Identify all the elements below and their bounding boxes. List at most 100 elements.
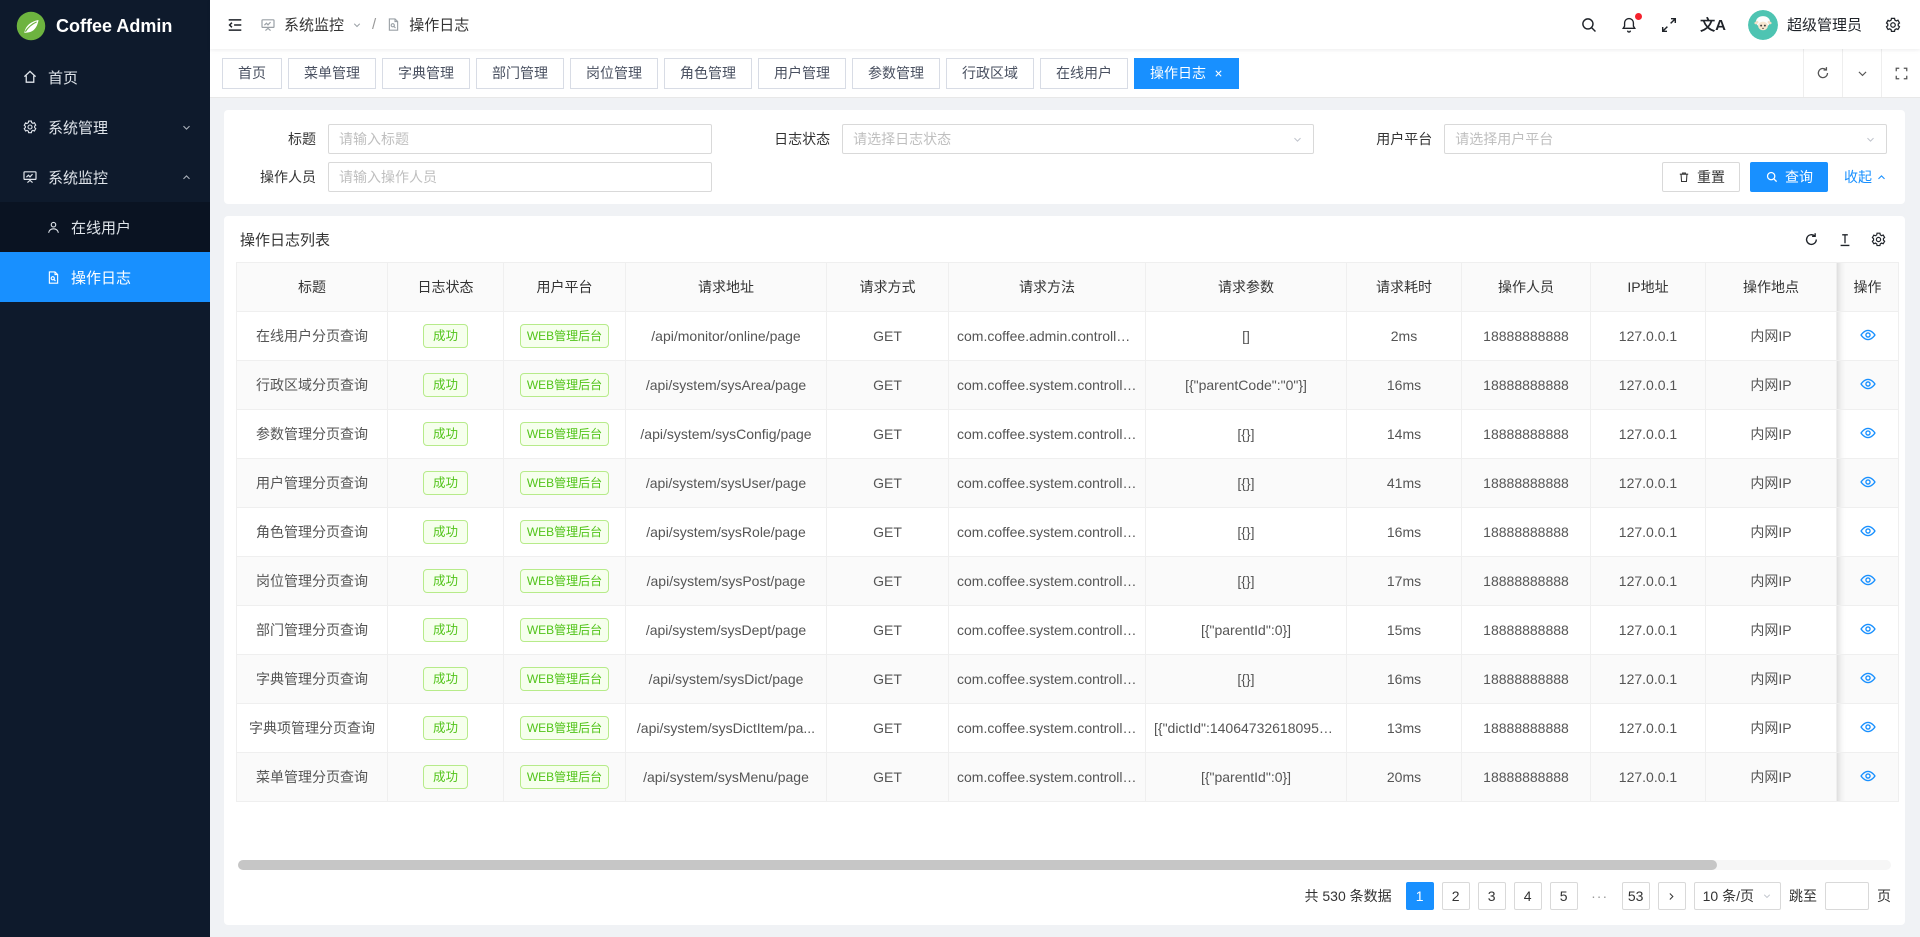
cell-status: 成功: [388, 655, 504, 704]
main-area: 系统监控 / 操作日志: [210, 0, 1920, 937]
cell-request-url: /api/system/sysUser/page: [626, 459, 827, 508]
page-number: ···: [1591, 888, 1608, 904]
cell-params: [{}]: [1146, 410, 1347, 459]
avatar[interactable]: [1748, 10, 1778, 40]
status-badge: 成功: [423, 422, 468, 447]
page-button[interactable]: ···: [1586, 882, 1614, 910]
tab[interactable]: 在线用户: [1040, 58, 1128, 89]
chevron-down-icon: [1762, 891, 1772, 901]
view-detail-eye-icon[interactable]: [1859, 424, 1877, 442]
sidebar-collapse-button[interactable]: [226, 16, 244, 34]
filter-field-log-status: 日志状态 请选择日志状态: [738, 124, 1314, 154]
column-header: IP地址: [1591, 263, 1706, 312]
tab-label: 菜单管理: [304, 63, 360, 83]
view-detail-eye-icon[interactable]: [1859, 767, 1877, 785]
refresh-icon[interactable]: [1803, 231, 1820, 248]
leaf-logo-icon: [16, 11, 46, 41]
title-input[interactable]: [328, 124, 712, 154]
view-detail-eye-icon[interactable]: [1859, 375, 1877, 393]
scrollbar-thumb[interactable]: [238, 860, 1717, 870]
view-detail-eye-icon[interactable]: [1859, 522, 1877, 540]
page-button[interactable]: 1: [1406, 882, 1434, 910]
view-detail-eye-icon[interactable]: [1859, 669, 1877, 687]
tab[interactable]: 部门管理: [476, 58, 564, 89]
cell-operator: 18888888888: [1462, 753, 1591, 802]
tab-active-operation-log[interactable]: 操作日志: [1134, 58, 1239, 89]
tab[interactable]: 角色管理: [664, 58, 752, 89]
view-detail-eye-icon[interactable]: [1859, 620, 1877, 638]
chevron-down-icon: [1292, 134, 1303, 145]
platform-badge: WEB管理后台: [520, 716, 609, 740]
jump-page-input[interactable]: [1825, 882, 1869, 910]
breadcrumb-parent[interactable]: 系统监控: [284, 14, 344, 35]
view-detail-eye-icon[interactable]: [1859, 473, 1877, 491]
view-detail-eye-icon[interactable]: [1859, 326, 1877, 344]
column-header: 日志状态: [388, 263, 504, 312]
chevron-right-icon: [1666, 891, 1677, 902]
user-menu[interactable]: 超级管理员: [1748, 10, 1862, 40]
cell-handler: com.coffee.system.controlle...: [949, 361, 1146, 410]
sidebar-menu: 首页 系统管理 系统监控: [0, 52, 210, 302]
search-button[interactable]: 查询: [1750, 162, 1828, 192]
tab[interactable]: 菜单管理: [288, 58, 376, 89]
reset-button[interactable]: 重置: [1662, 162, 1740, 192]
cell-status: 成功: [388, 312, 504, 361]
page-button[interactable]: 2: [1442, 882, 1470, 910]
page-button[interactable]: 5: [1550, 882, 1578, 910]
cell-ip: 127.0.0.1: [1591, 704, 1706, 753]
column-header: 操作人员: [1462, 263, 1591, 312]
filter-card: 标题 日志状态 请选择日志状态 用户平台: [224, 110, 1905, 204]
column-header-action: 操作: [1837, 263, 1899, 312]
tab[interactable]: 行政区域: [946, 58, 1034, 89]
cell-handler: com.coffee.system.controlle...: [949, 557, 1146, 606]
file-search-icon: [386, 17, 401, 32]
close-icon[interactable]: [1214, 69, 1223, 78]
tab[interactable]: 用户管理: [758, 58, 846, 89]
page-button[interactable]: 53: [1622, 882, 1650, 910]
status-badge: 成功: [423, 667, 468, 692]
view-detail-eye-icon[interactable]: [1859, 718, 1877, 736]
cell-location: 内网IP: [1706, 410, 1837, 459]
cell-ip: 127.0.0.1: [1591, 655, 1706, 704]
page-button[interactable]: 4: [1514, 882, 1542, 910]
chevron-down-icon[interactable]: [1842, 49, 1881, 97]
cell-ip: 127.0.0.1: [1591, 557, 1706, 606]
sidebar-item-online-users[interactable]: 在线用户: [0, 202, 210, 252]
sidebar-item-system-monitor[interactable]: 系统监控: [0, 152, 210, 202]
username: 超级管理员: [1787, 14, 1862, 35]
settings-gear-icon[interactable]: [1884, 16, 1902, 34]
horizontal-scrollbar[interactable]: [238, 860, 1891, 870]
view-detail-eye-icon[interactable]: [1859, 571, 1877, 589]
operator-label: 操作人员: [224, 167, 328, 187]
cell-duration: 2ms: [1347, 312, 1462, 361]
operator-input[interactable]: [328, 162, 712, 192]
column-settings-gear-icon[interactable]: [1870, 231, 1887, 248]
maximize-icon[interactable]: [1881, 49, 1920, 97]
sidebar-item-operation-log[interactable]: 操作日志: [0, 252, 210, 302]
trash-icon: [1677, 170, 1691, 184]
page-size-select[interactable]: 10 条/页: [1694, 882, 1781, 910]
notification-bell-icon[interactable]: [1620, 16, 1638, 34]
row-height-icon[interactable]: [1837, 232, 1853, 248]
collapse-filter-link[interactable]: 收起: [1844, 167, 1887, 187]
translate-icon[interactable]: 文A: [1700, 14, 1726, 35]
sidebar-item-home[interactable]: 首页: [0, 52, 210, 102]
tab[interactable]: 字典管理: [382, 58, 470, 89]
log-status-select[interactable]: 请选择日志状态: [842, 124, 1314, 154]
cell-ip: 127.0.0.1: [1591, 410, 1706, 459]
sidebar-item-system-management[interactable]: 系统管理: [0, 102, 210, 152]
refresh-icon[interactable]: [1803, 49, 1842, 97]
cell-platform: WEB管理后台: [504, 459, 626, 508]
page-button[interactable]: 3: [1478, 882, 1506, 910]
chevron-down-icon[interactable]: [352, 20, 362, 30]
platform-select[interactable]: 请选择用户平台: [1444, 124, 1887, 154]
next-page-button[interactable]: [1658, 882, 1686, 910]
fullscreen-icon[interactable]: [1660, 16, 1678, 34]
tab[interactable]: 参数管理: [852, 58, 940, 89]
search-icon[interactable]: [1580, 16, 1598, 34]
page-number: 1: [1416, 888, 1424, 904]
cell-handler: com.coffee.system.controlle...: [949, 753, 1146, 802]
table-row: 字典项管理分页查询 成功 WEB管理后台 /api/system/sysDict…: [237, 704, 1899, 753]
tab[interactable]: 首页: [222, 58, 282, 89]
tab[interactable]: 岗位管理: [570, 58, 658, 89]
